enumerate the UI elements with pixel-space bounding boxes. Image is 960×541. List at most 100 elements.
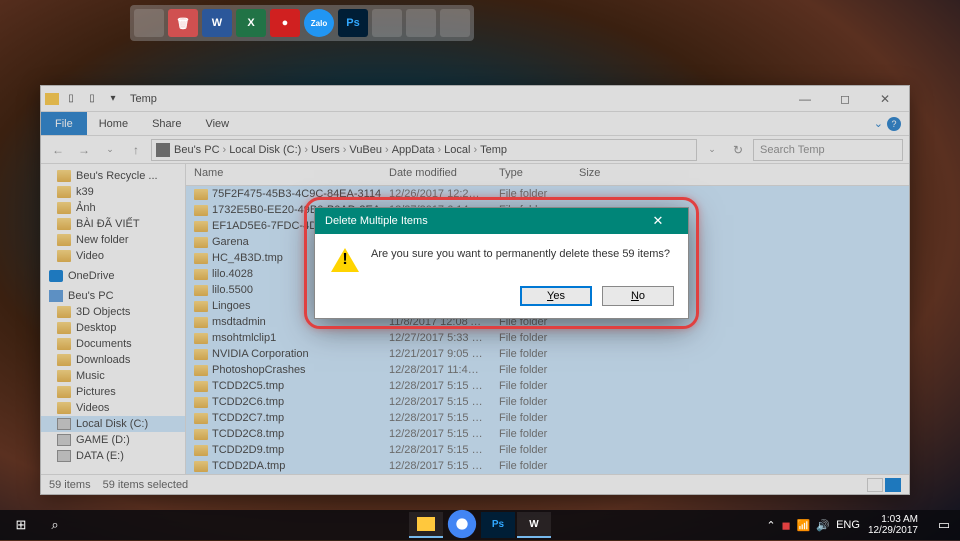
clock[interactable]: 1:03 AM 12/29/2017 [868, 514, 924, 536]
breadcrumb[interactable]: Beu's PC› Local Disk (C:)› Users› VuBeu›… [151, 139, 697, 161]
zalo-icon[interactable]: Zalo [304, 9, 334, 37]
float-item[interactable] [406, 9, 436, 37]
sidebar-item[interactable]: Documents [41, 336, 185, 352]
table-row[interactable]: TCDD2C8.tmp12/28/2017 5:15 PMFile folder [186, 426, 909, 442]
sidebar-item[interactable]: Ảnh [41, 200, 185, 216]
table-row[interactable]: 75F2F475-45B3-4C9C-84EA-311462D5986E12/2… [186, 186, 909, 202]
taskbar-chrome-icon[interactable] [445, 512, 479, 538]
tab-view[interactable]: View [193, 112, 241, 135]
minimize-button[interactable]: — [785, 86, 825, 112]
table-row[interactable]: TCDD2D9.tmp12/28/2017 5:15 PMFile folder [186, 442, 909, 458]
sidebar-item[interactable]: DATA (E:) [41, 448, 185, 464]
tray-network-icon[interactable]: 📶 [797, 519, 811, 532]
float-item[interactable] [440, 9, 470, 37]
float-item[interactable] [134, 9, 164, 37]
notifications-icon[interactable]: ▭ [932, 510, 956, 540]
dialog-close-button[interactable]: ✕ [638, 208, 678, 234]
col-size[interactable]: Size [571, 164, 631, 185]
sidebar-this-pc[interactable]: Beu's PC [41, 288, 185, 304]
sidebar-item[interactable]: New folder [41, 232, 185, 248]
table-row[interactable]: PhotoshopCrashes12/28/2017 11:42 ...File… [186, 362, 909, 378]
sidebar-item-label: Pictures [76, 386, 116, 398]
sidebar-item[interactable]: Desktop [41, 320, 185, 336]
float-item[interactable] [372, 9, 402, 37]
breadcrumb-dropdown-icon[interactable]: ⌄ [701, 140, 723, 160]
sidebar-item[interactable]: Music [41, 368, 185, 384]
crumb[interactable]: Temp [480, 144, 507, 156]
view-details-icon[interactable] [867, 478, 883, 492]
view-large-icon[interactable] [885, 478, 901, 492]
table-row[interactable]: TCDD2C6.tmp12/28/2017 5:15 PMFile folder [186, 394, 909, 410]
sidebar-item[interactable]: Downloads [41, 352, 185, 368]
qat-item[interactable]: ▯ [83, 90, 101, 108]
help-icon[interactable]: ? [887, 117, 901, 131]
ribbon-expand-icon[interactable]: ⌄ [874, 117, 883, 130]
taskbar-photoshop-icon[interactable]: Ps [481, 512, 515, 538]
sidebar-item[interactable]: BÀI ĐÃ VIẾT [41, 216, 185, 232]
excel-icon[interactable]: X [236, 9, 266, 37]
sidebar-item-label: Local Disk (C:) [76, 418, 148, 430]
sidebar-item[interactable]: Pictures [41, 384, 185, 400]
up-button[interactable]: ↑ [125, 140, 147, 160]
floating-toolbar: 🗑 W X ● Zalo Ps [130, 5, 474, 41]
table-row[interactable]: TCDD2DA.tmp12/28/2017 5:15 PMFile folder [186, 458, 909, 474]
close-button[interactable]: ✕ [865, 86, 905, 112]
file-type: File folder [491, 460, 571, 472]
qat-dropdown-icon[interactable]: ▾ [104, 90, 122, 108]
search-input[interactable]: Search Temp [753, 139, 903, 161]
recent-dropdown-icon[interactable]: ⌄ [99, 140, 121, 160]
dialog-titlebar: Delete Multiple Items ✕ [315, 208, 688, 234]
forward-button[interactable]: → [73, 140, 95, 160]
pc-icon [156, 143, 170, 157]
table-row[interactable]: TCDD2C5.tmp12/28/2017 5:15 PMFile folder [186, 378, 909, 394]
crumb[interactable]: Users [311, 144, 340, 156]
date: 12/29/2017 [868, 525, 918, 536]
start-button[interactable]: ⊞ [4, 510, 38, 540]
search-button[interactable]: ⌕ [38, 510, 72, 540]
col-name[interactable]: Name [186, 164, 381, 185]
trash-icon[interactable]: 🗑 [168, 9, 198, 37]
refresh-button[interactable]: ↻ [727, 140, 749, 160]
word-icon[interactable]: W [202, 9, 232, 37]
table-row[interactable]: msohtmlclip112/27/2017 5:33 PMFile folde… [186, 330, 909, 346]
tray-lang[interactable]: ENG [836, 519, 860, 531]
tray-volume-icon[interactable]: 🔊 [816, 519, 830, 532]
photoshop-icon[interactable]: Ps [338, 9, 368, 37]
file-name: 75F2F475-45B3-4C9C-84EA-311462D5986E [212, 188, 381, 200]
tray-chevron-icon[interactable]: ⌃ [766, 519, 775, 532]
garena-icon[interactable]: ● [270, 9, 300, 37]
sidebar-item[interactable]: Videos [41, 400, 185, 416]
folder-icon [57, 306, 71, 318]
back-button[interactable]: ← [47, 140, 69, 160]
maximize-button[interactable]: ◻ [825, 86, 865, 112]
sidebar-item[interactable]: Local Disk (C:) [41, 416, 185, 432]
tray-app-icon[interactable]: ◼ [782, 519, 791, 532]
sidebar-item[interactable]: GAME (D:) [41, 432, 185, 448]
sidebar-onedrive[interactable]: OneDrive [41, 268, 185, 284]
tab-file[interactable]: File [41, 112, 87, 135]
taskbar-explorer-icon[interactable] [409, 512, 443, 538]
table-row[interactable]: TCDD2C7.tmp12/28/2017 5:15 PMFile folder [186, 410, 909, 426]
tab-share[interactable]: Share [140, 112, 193, 135]
tab-home[interactable]: Home [87, 112, 140, 135]
crumb[interactable]: Local [444, 144, 470, 156]
column-headers: Name Date modified Type Size [186, 164, 909, 186]
sidebar-item[interactable]: Video [41, 248, 185, 264]
file-date: 12/28/2017 5:15 PM [381, 380, 491, 392]
crumb[interactable]: VuBeu [349, 144, 382, 156]
no-button[interactable]: No [602, 286, 674, 306]
sidebar-item[interactable]: k39 [41, 184, 185, 200]
crumb[interactable]: Beu's PC [174, 144, 220, 156]
table-row[interactable]: NVIDIA Corporation12/21/2017 9:05 PMFile… [186, 346, 909, 362]
sidebar-item[interactable]: Beu's Recycle ... [41, 168, 185, 184]
crumb[interactable]: AppData [392, 144, 435, 156]
sidebar-item[interactable]: 3D Objects [41, 304, 185, 320]
qat-item[interactable]: ▯ [62, 90, 80, 108]
col-type[interactable]: Type [491, 164, 571, 185]
yes-button[interactable]: Yes [520, 286, 592, 306]
col-date[interactable]: Date modified [381, 164, 491, 185]
tray-icons[interactable]: ⌃ ◼ 📶 🔊 ENG [766, 519, 860, 532]
taskbar-word-icon[interactable]: W [517, 512, 551, 538]
folder-icon [194, 445, 208, 456]
crumb[interactable]: Local Disk (C:) [229, 144, 301, 156]
